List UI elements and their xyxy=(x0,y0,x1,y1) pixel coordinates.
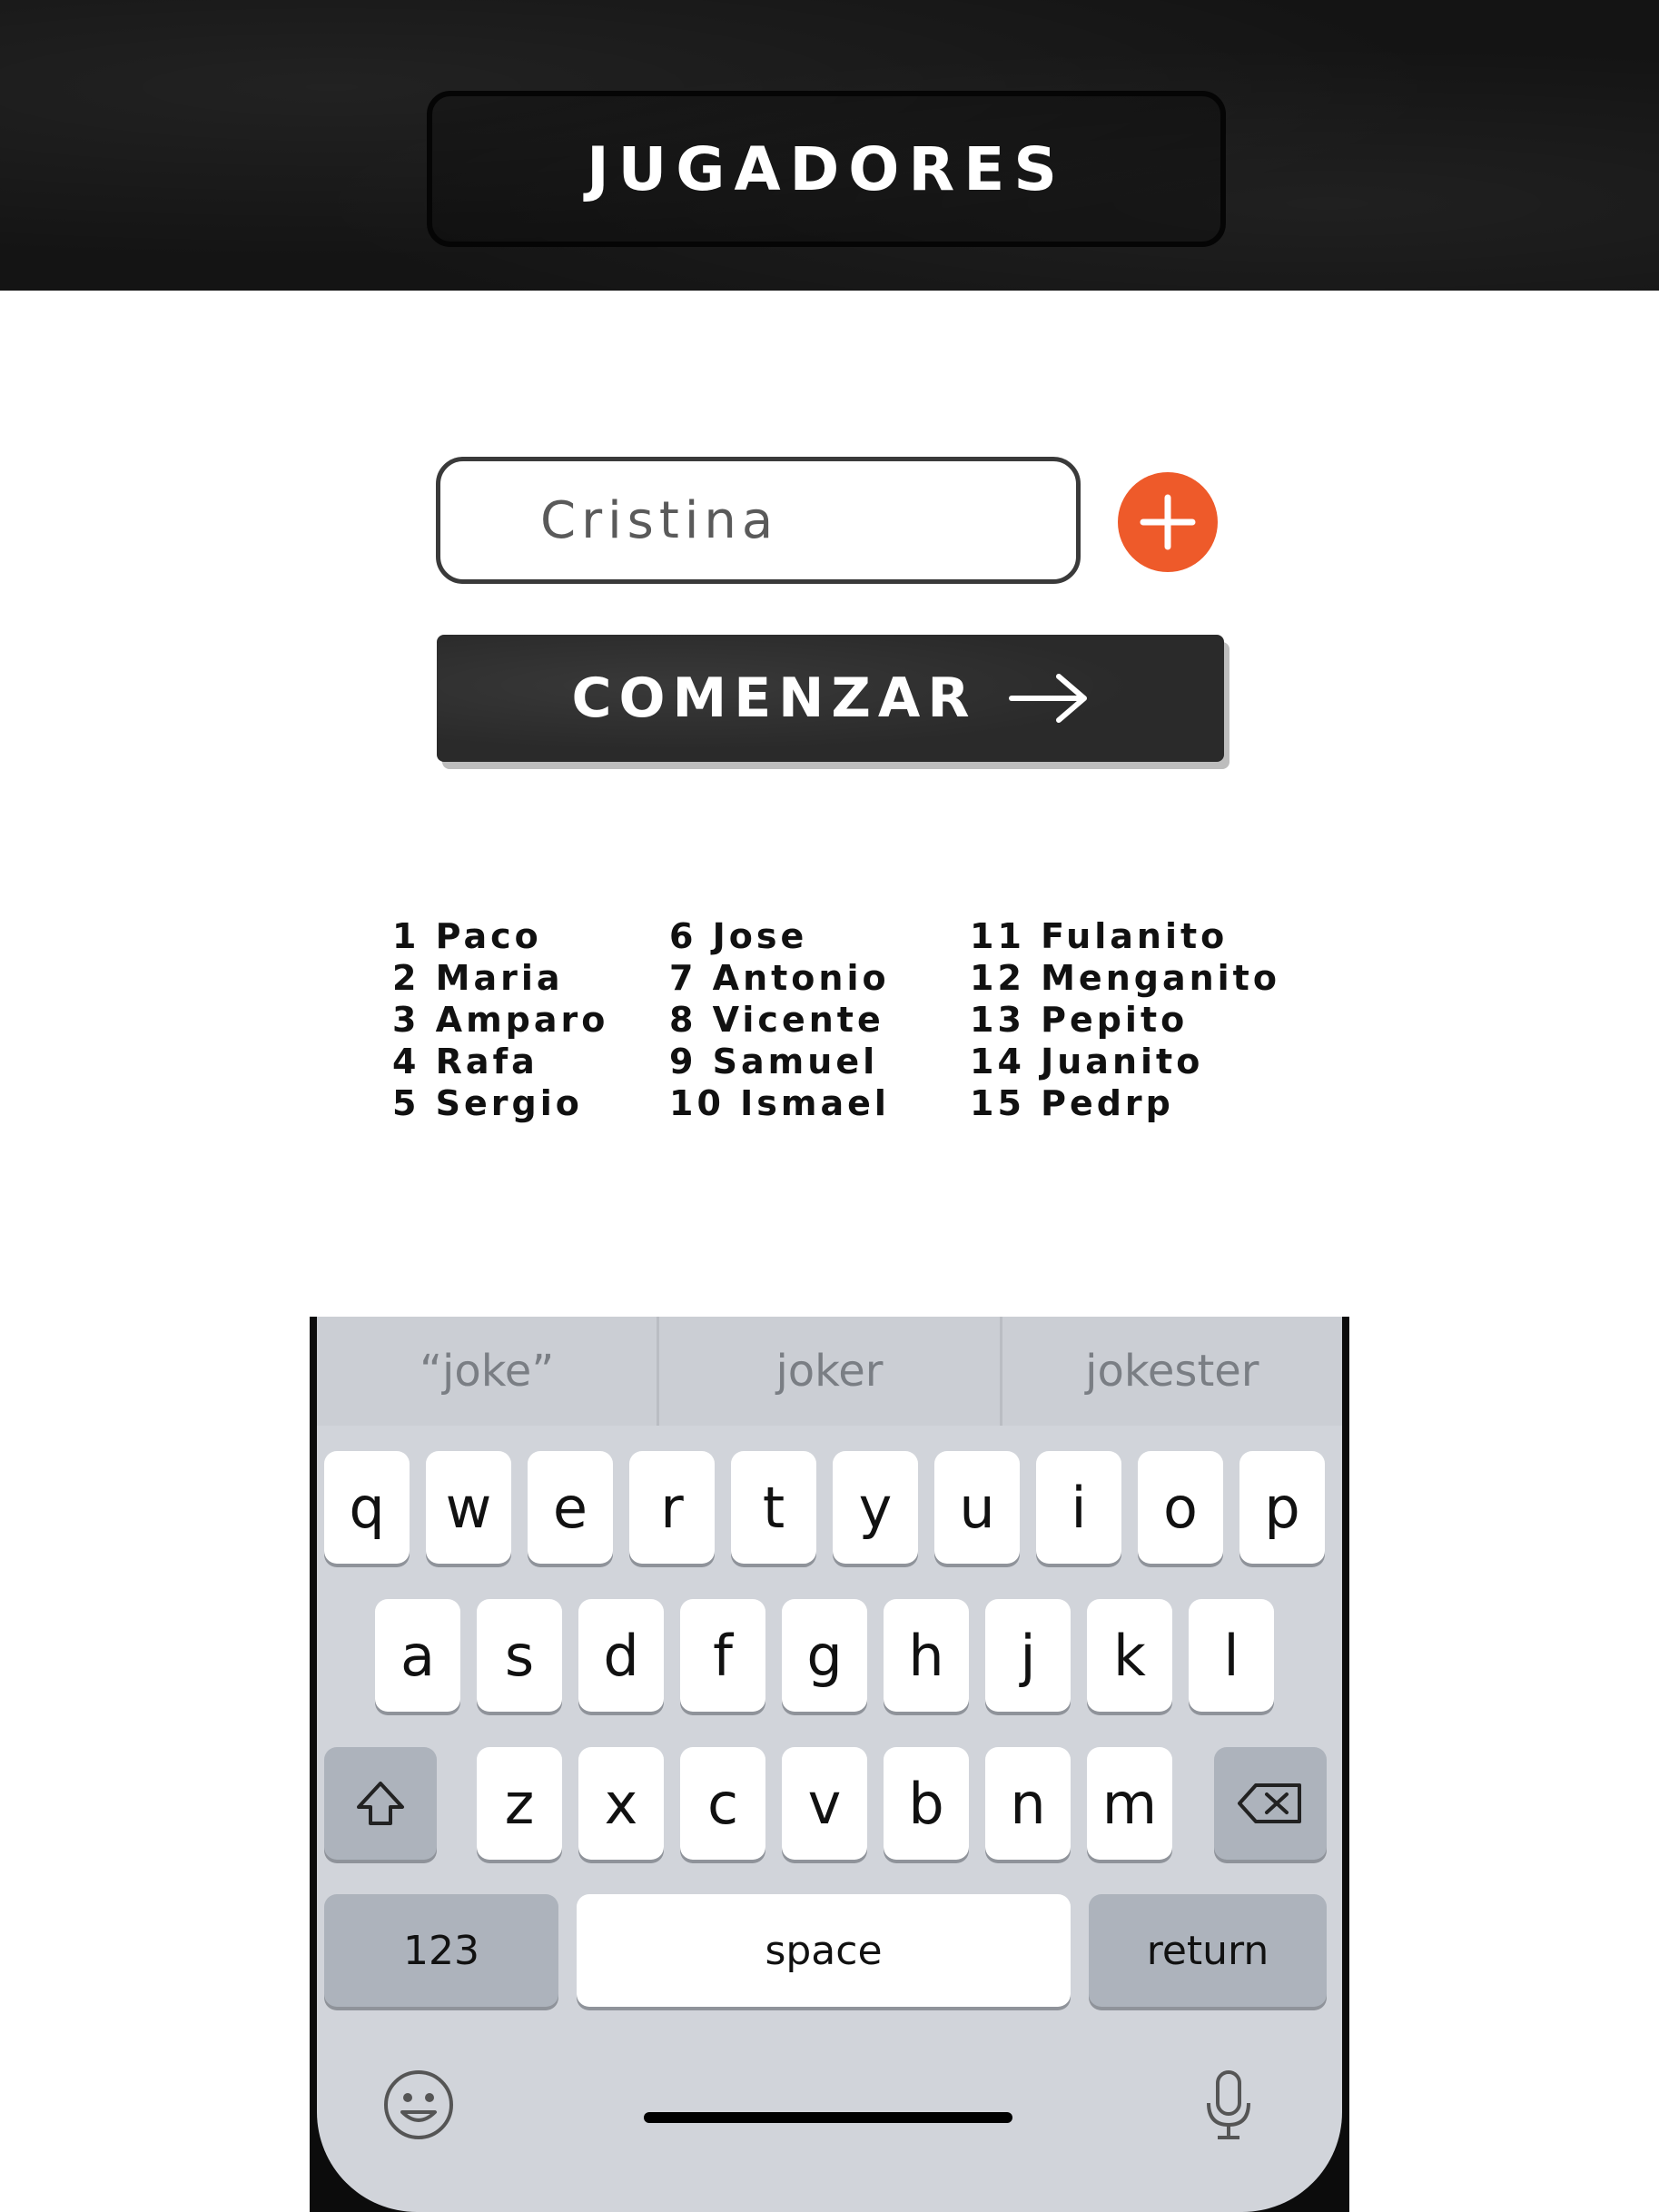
key-b[interactable]: b xyxy=(884,1747,969,1860)
player-item: 3 Amparo xyxy=(392,1000,609,1040)
suggestion-bar: “joke” joker jokester xyxy=(317,1317,1342,1426)
shift-key[interactable] xyxy=(324,1747,437,1860)
title-box: JUGADORES xyxy=(427,91,1226,247)
shift-icon xyxy=(357,1782,404,1825)
key-w[interactable]: w xyxy=(426,1451,511,1564)
key-f[interactable]: f xyxy=(680,1599,765,1712)
player-item: 8 Vicente xyxy=(669,1000,884,1040)
player-item: 7 Antonio xyxy=(669,958,890,998)
player-item: 12 Menganito xyxy=(970,958,1280,998)
emoji-icon[interactable] xyxy=(380,2067,457,2143)
player-item: 2 Maria xyxy=(392,958,564,998)
key-s[interactable]: s xyxy=(477,1599,562,1712)
keyboard-frame: “joke” joker jokester q w e r t y u i o … xyxy=(310,1317,1349,2212)
player-item: 6 Jose xyxy=(669,916,808,956)
key-k[interactable]: k xyxy=(1087,1599,1172,1712)
player-item: 14 Juanito xyxy=(970,1042,1204,1081)
key-g[interactable]: g xyxy=(782,1599,867,1712)
key-x[interactable]: x xyxy=(578,1747,664,1860)
key-p[interactable]: p xyxy=(1239,1451,1325,1564)
player-item: 13 Pepito xyxy=(970,1000,1189,1040)
key-t[interactable]: t xyxy=(731,1451,816,1564)
start-button[interactable]: COMENZAR xyxy=(437,635,1224,762)
suggestion-item[interactable]: joker xyxy=(659,1317,1002,1426)
player-item: 10 Ismael xyxy=(669,1083,890,1123)
player-item: 1 Paco xyxy=(392,916,542,956)
numbers-key[interactable]: 123 xyxy=(324,1894,558,2007)
key-y[interactable]: y xyxy=(833,1451,918,1564)
player-item: 11 Fulanito xyxy=(970,916,1229,956)
players-column-1: 1 Paco 2 Maria 3 Amparo 4 Rafa 5 Sergio xyxy=(392,915,608,1124)
key-r[interactable]: r xyxy=(629,1451,715,1564)
key-c[interactable]: c xyxy=(680,1747,765,1860)
players-column-2: 6 Jose 7 Antonio 8 Vicente 9 Samuel 10 I… xyxy=(669,915,890,1124)
arrow-right-icon xyxy=(1008,671,1090,726)
key-v[interactable]: v xyxy=(782,1747,867,1860)
key-a[interactable]: a xyxy=(375,1599,460,1712)
key-q[interactable]: q xyxy=(324,1451,410,1564)
space-key[interactable]: space xyxy=(577,1894,1071,2007)
key-z[interactable]: z xyxy=(477,1747,562,1860)
delete-key[interactable] xyxy=(1214,1747,1327,1860)
header: JUGADORES xyxy=(0,0,1659,291)
home-indicator xyxy=(644,2112,1012,2123)
key-o[interactable]: o xyxy=(1138,1451,1223,1564)
key-m[interactable]: m xyxy=(1087,1747,1172,1860)
key-d[interactable]: d xyxy=(578,1599,664,1712)
key-u[interactable]: u xyxy=(934,1451,1020,1564)
start-button-label: COMENZAR xyxy=(571,667,977,730)
player-item: 5 Sergio xyxy=(392,1083,583,1123)
return-key[interactable]: return xyxy=(1089,1894,1327,2007)
key-n[interactable]: n xyxy=(985,1747,1071,1860)
suggestion-item[interactable]: jokester xyxy=(1002,1317,1342,1426)
add-player-button[interactable] xyxy=(1118,472,1218,572)
player-name-input[interactable] xyxy=(436,457,1081,584)
plus-icon xyxy=(1140,494,1196,550)
keyboard: “joke” joker jokester q w e r t y u i o … xyxy=(317,1317,1342,2212)
key-e[interactable]: e xyxy=(528,1451,613,1564)
key-i[interactable]: i xyxy=(1036,1451,1121,1564)
delete-icon xyxy=(1238,1783,1301,1823)
player-item: 15 Pedrp xyxy=(970,1083,1174,1123)
player-item: 9 Samuel xyxy=(669,1042,879,1081)
players-list: 1 Paco 2 Maria 3 Amparo 4 Rafa 5 Sergio … xyxy=(392,915,1300,1133)
players-column-3: 11 Fulanito 12 Menganito 13 Pepito 14 Ju… xyxy=(970,915,1280,1124)
microphone-icon[interactable] xyxy=(1201,2067,1256,2143)
player-item: 4 Rafa xyxy=(392,1042,538,1081)
page-title: JUGADORES xyxy=(587,133,1066,204)
key-j[interactable]: j xyxy=(985,1599,1071,1712)
key-l[interactable]: l xyxy=(1189,1599,1274,1712)
suggestion-item[interactable]: “joke” xyxy=(317,1317,660,1426)
key-h[interactable]: h xyxy=(884,1599,969,1712)
